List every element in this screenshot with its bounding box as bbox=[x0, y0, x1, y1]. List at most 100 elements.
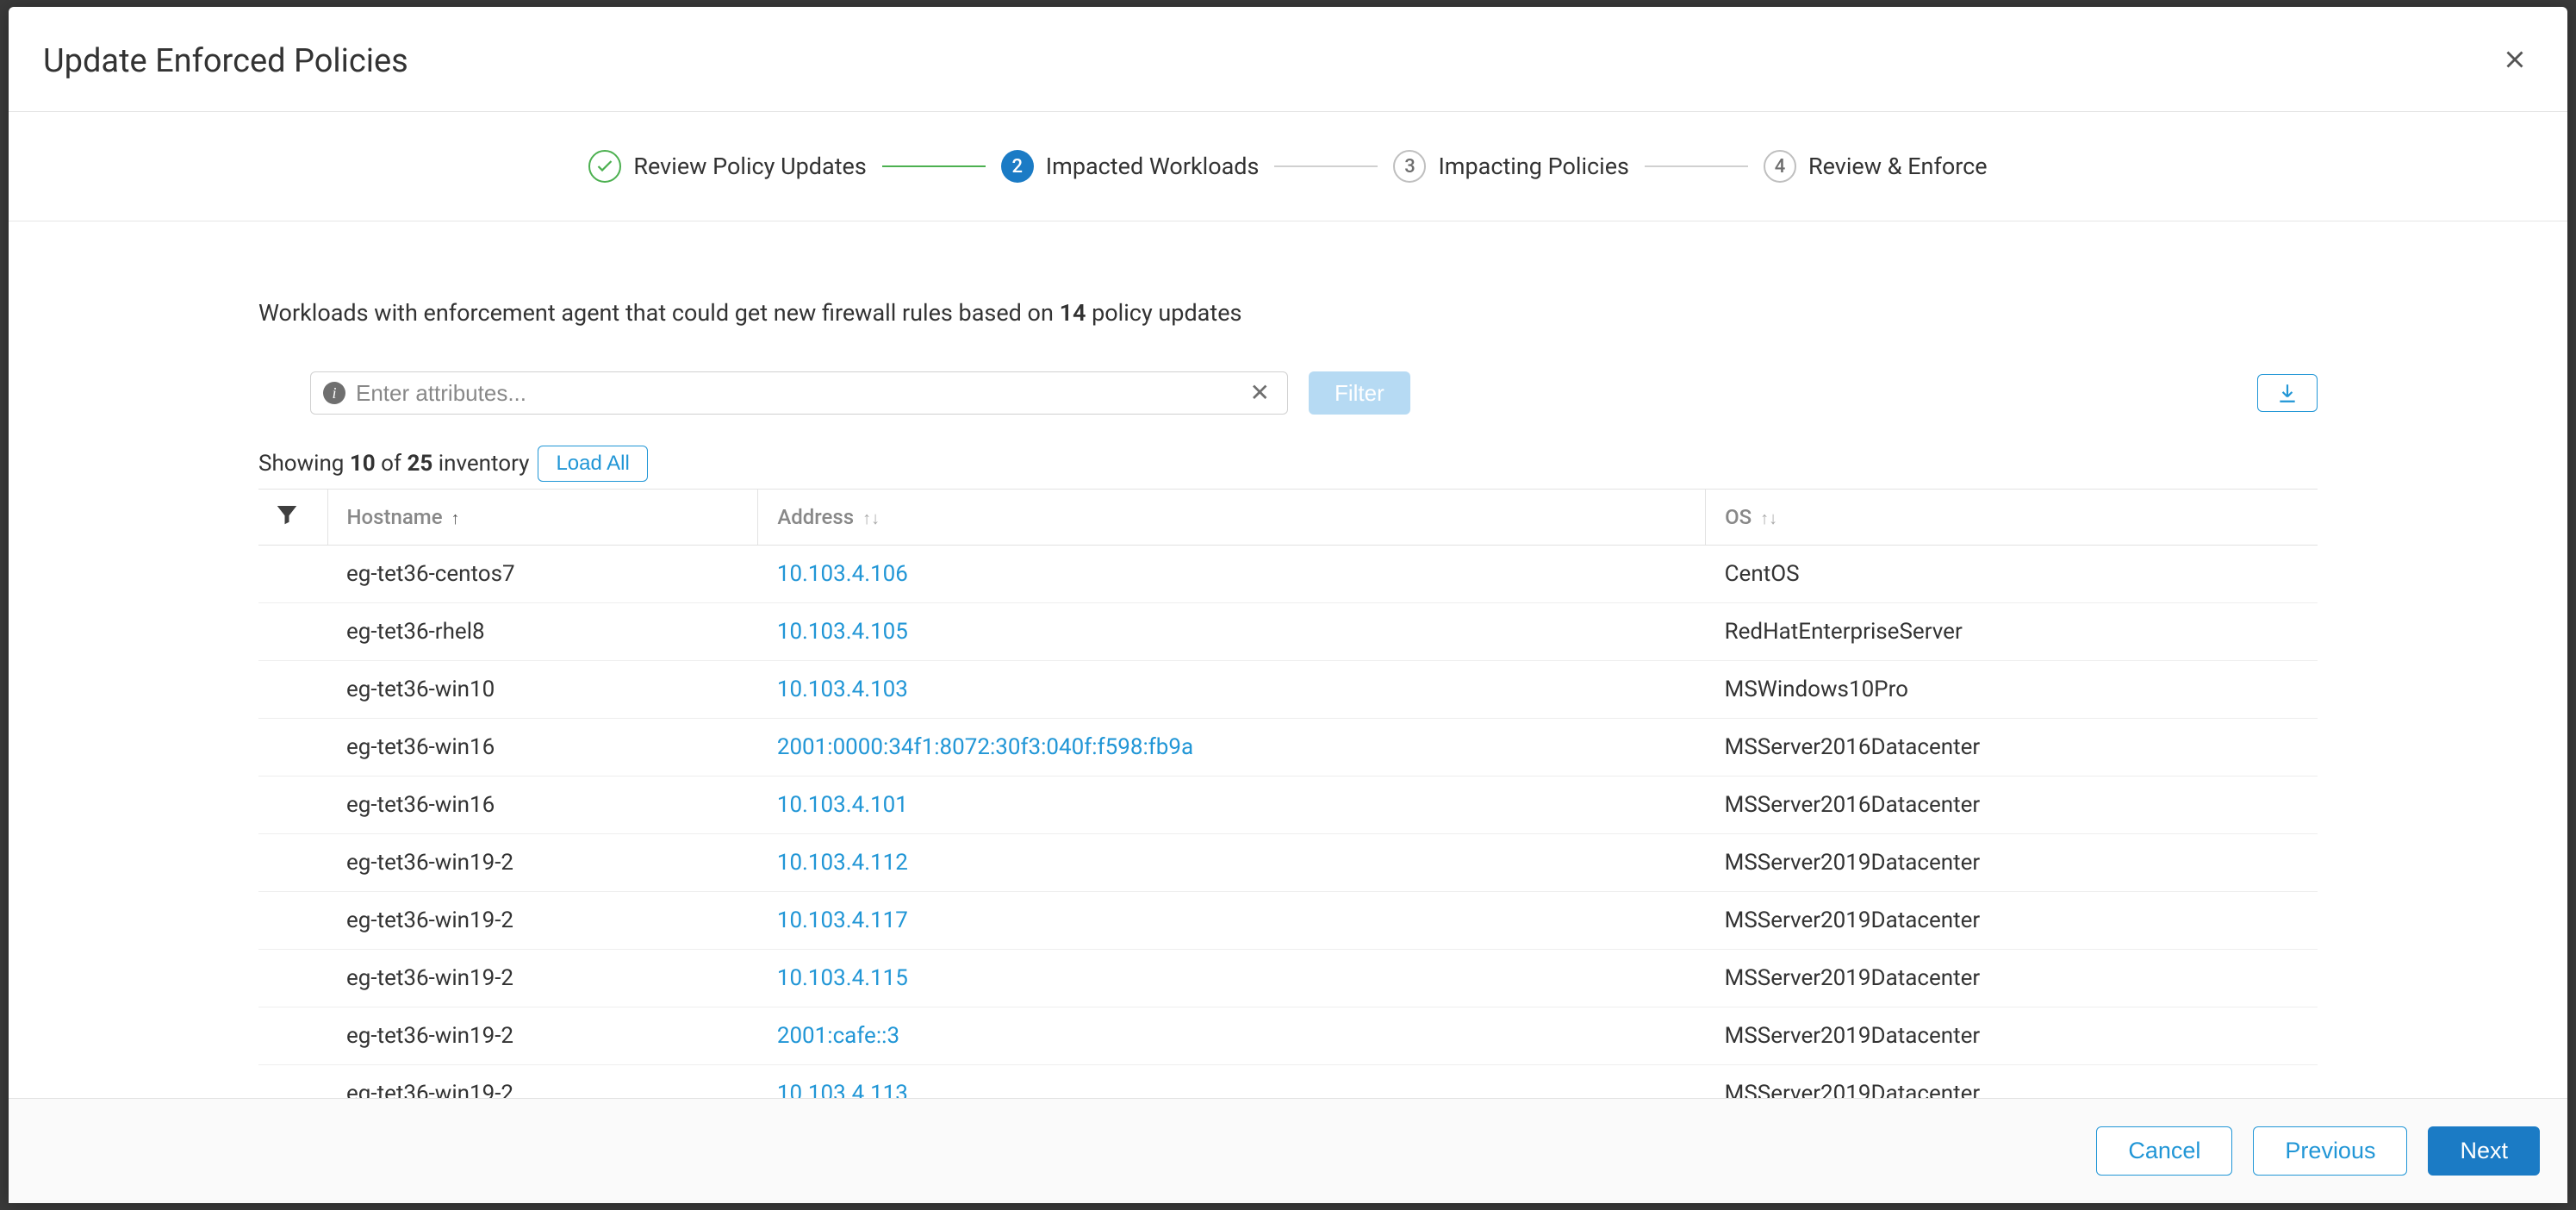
update-policies-modal: Update Enforced Policies Review Policy U… bbox=[9, 7, 2567, 1203]
os-cell: MSWindows10Pro bbox=[1706, 661, 2318, 719]
table-row: eg-tet36-win19-22001:cafe::3MSServer2019… bbox=[258, 1007, 2318, 1065]
step-connector bbox=[882, 165, 986, 167]
showing-suffix: inventory bbox=[432, 451, 529, 477]
step-connector bbox=[1274, 165, 1378, 167]
os-cell: MSServer2019Datacenter bbox=[1706, 950, 2318, 1007]
hostname-cell: eg-tet36-win16 bbox=[327, 777, 758, 834]
row-filter-cell bbox=[258, 892, 327, 950]
table-row: eg-tet36-win19-210.103.4.117MSServer2019… bbox=[258, 892, 2318, 950]
table-row: eg-tet36-win1610.103.4.101MSServer2016Da… bbox=[258, 777, 2318, 834]
modal-footer: Cancel Previous Next bbox=[9, 1098, 2567, 1203]
policy-update-count: 14 bbox=[1060, 299, 1086, 327]
address-column-header[interactable]: Address ↑↓ bbox=[758, 490, 1706, 546]
load-all-button[interactable]: Load All bbox=[538, 446, 647, 482]
attribute-filter-input[interactable] bbox=[356, 380, 1235, 407]
os-cell: MSServer2019Datacenter bbox=[1706, 1065, 2318, 1099]
table-row: eg-tet36-rhel810.103.4.105RedHatEnterpri… bbox=[258, 603, 2318, 661]
address-link[interactable]: 10.103.4.117 bbox=[758, 892, 1706, 950]
modal-body: Workloads with enforcement agent that co… bbox=[9, 221, 2567, 1098]
showing-text: Showing 10 of 25 inventory bbox=[258, 451, 529, 477]
showing-of: of bbox=[376, 451, 408, 477]
hostname-column-header[interactable]: Hostname ↑ bbox=[327, 490, 758, 546]
step-review-policy-updates[interactable]: Review Policy Updates bbox=[588, 150, 866, 183]
address-link[interactable]: 10.103.4.105 bbox=[758, 603, 1706, 661]
row-filter-cell bbox=[258, 1007, 327, 1065]
attribute-filter-input-wrapper[interactable]: i ✕ bbox=[310, 371, 1288, 415]
address-link[interactable]: 10.103.4.112 bbox=[758, 834, 1706, 892]
sort-icon: ↑↓ bbox=[862, 508, 880, 528]
os-column-header[interactable]: OS ↑↓ bbox=[1706, 490, 2318, 546]
cancel-button[interactable]: Cancel bbox=[2096, 1126, 2232, 1176]
table-row: eg-tet36-win162001:0000:34f1:8072:30f3:0… bbox=[258, 719, 2318, 777]
column-label: OS bbox=[1725, 505, 1752, 529]
step-impacted-workloads[interactable]: 2 Impacted Workloads bbox=[1001, 150, 1260, 183]
address-link[interactable]: 10.103.4.106 bbox=[758, 546, 1706, 603]
checkmark-icon bbox=[588, 150, 621, 183]
os-cell: RedHatEnterpriseServer bbox=[1706, 603, 2318, 661]
hostname-cell: eg-tet36-win19-2 bbox=[327, 1065, 758, 1099]
step-label: Review & Enforce bbox=[1808, 153, 1988, 180]
next-button[interactable]: Next bbox=[2428, 1126, 2540, 1176]
hostname-cell: eg-tet36-rhel8 bbox=[327, 603, 758, 661]
hostname-cell: eg-tet36-centos7 bbox=[327, 546, 758, 603]
os-cell: CentOS bbox=[1706, 546, 2318, 603]
column-label: Address bbox=[777, 505, 854, 529]
row-filter-cell bbox=[258, 834, 327, 892]
row-filter-cell bbox=[258, 950, 327, 1007]
step-label: Impacting Policies bbox=[1438, 153, 1629, 180]
os-cell: MSServer2016Datacenter bbox=[1706, 777, 2318, 834]
sort-icon: ↑↓ bbox=[1760, 508, 1777, 528]
os-cell: MSServer2019Datacenter bbox=[1706, 892, 2318, 950]
sort-asc-icon: ↑ bbox=[451, 508, 460, 528]
row-filter-cell bbox=[258, 1065, 327, 1099]
hostname-cell: eg-tet36-win19-2 bbox=[327, 834, 758, 892]
step-impacting-policies[interactable]: 3 Impacting Policies bbox=[1393, 150, 1629, 183]
info-icon: i bbox=[323, 382, 345, 404]
description-text: Workloads with enforcement agent that co… bbox=[258, 299, 2318, 327]
filter-button[interactable]: Filter bbox=[1309, 371, 1410, 415]
close-icon bbox=[2500, 45, 2529, 74]
step-review-enforce[interactable]: 4 Review & Enforce bbox=[1764, 150, 1988, 183]
step-number: 4 bbox=[1764, 150, 1796, 183]
address-link[interactable]: 10.103.4.115 bbox=[758, 950, 1706, 1007]
hostname-cell: eg-tet36-win19-2 bbox=[327, 1007, 758, 1065]
hostname-cell: eg-tet36-win19-2 bbox=[327, 892, 758, 950]
showing-row: Showing 10 of 25 inventory Load All bbox=[258, 446, 2318, 482]
filter-row: i ✕ Filter bbox=[310, 371, 2318, 415]
showing-prefix: Showing bbox=[258, 451, 350, 477]
row-filter-cell bbox=[258, 603, 327, 661]
table-row: eg-tet36-win1010.103.4.103MSWindows10Pro bbox=[258, 661, 2318, 719]
funnel-icon bbox=[274, 502, 300, 527]
address-link[interactable]: 10.103.4.101 bbox=[758, 777, 1706, 834]
table-row: eg-tet36-centos710.103.4.106CentOS bbox=[258, 546, 2318, 603]
table-row: eg-tet36-win19-210.103.4.112MSServer2019… bbox=[258, 834, 2318, 892]
clear-filter-button[interactable]: ✕ bbox=[1245, 379, 1275, 407]
address-link[interactable]: 2001:cafe::3 bbox=[758, 1007, 1706, 1065]
os-cell: MSServer2019Datacenter bbox=[1706, 1007, 2318, 1065]
os-cell: MSServer2019Datacenter bbox=[1706, 834, 2318, 892]
hostname-cell: eg-tet36-win16 bbox=[327, 719, 758, 777]
download-icon bbox=[2276, 382, 2299, 404]
previous-button[interactable]: Previous bbox=[2253, 1126, 2407, 1176]
address-link[interactable]: 10.103.4.103 bbox=[758, 661, 1706, 719]
modal-title: Update Enforced Policies bbox=[43, 42, 408, 80]
desc-suffix: policy updates bbox=[1086, 299, 1241, 327]
step-number: 2 bbox=[1001, 150, 1034, 183]
row-filter-cell bbox=[258, 777, 327, 834]
hostname-cell: eg-tet36-win19-2 bbox=[327, 950, 758, 1007]
download-button[interactable] bbox=[2257, 374, 2318, 412]
table-row: eg-tet36-win19-210.103.4.115MSServer2019… bbox=[258, 950, 2318, 1007]
hostname-cell: eg-tet36-win10 bbox=[327, 661, 758, 719]
step-label: Impacted Workloads bbox=[1046, 153, 1260, 180]
showing-total: 25 bbox=[407, 451, 432, 477]
step-label: Review Policy Updates bbox=[633, 153, 866, 180]
filter-column-header[interactable] bbox=[258, 490, 327, 546]
step-connector bbox=[1645, 165, 1748, 167]
address-link[interactable]: 10.103.4.113 bbox=[758, 1065, 1706, 1099]
os-cell: MSServer2016Datacenter bbox=[1706, 719, 2318, 777]
close-button[interactable] bbox=[2497, 41, 2533, 80]
close-icon: ✕ bbox=[1250, 379, 1270, 406]
row-filter-cell bbox=[258, 719, 327, 777]
address-link[interactable]: 2001:0000:34f1:8072:30f3:040f:f598:fb9a bbox=[758, 719, 1706, 777]
step-number: 3 bbox=[1393, 150, 1426, 183]
